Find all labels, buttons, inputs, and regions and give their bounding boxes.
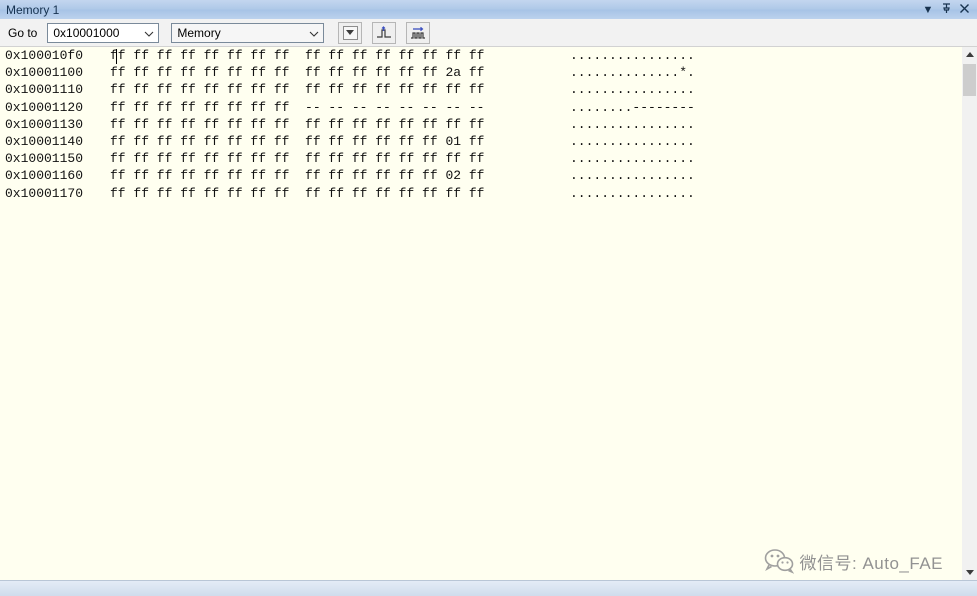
memory-bytes[interactable]: ff ff ff ff ff ff ff ff ff ff ff ff ff f… (110, 64, 570, 81)
memory-vertical-scrollbar[interactable] (962, 47, 977, 580)
memory-text-caret (116, 49, 117, 64)
memory-ascii: ................ (570, 185, 695, 202)
memory-row[interactable]: 0x10001120ff ff ff ff ff ff ff ff -- -- … (0, 99, 977, 116)
memory-address: 0x10001100 (0, 64, 110, 81)
memory-row[interactable]: 0x10001130ff ff ff ff ff ff ff ff ff ff … (0, 116, 977, 133)
memory-bytes[interactable]: ff ff ff ff ff ff ff ff ff ff ff ff ff f… (110, 150, 570, 167)
memory-bytes[interactable]: ff ff ff ff ff ff ff ff ff ff ff ff ff f… (110, 81, 570, 98)
memory-bytes[interactable]: ff ff ff ff ff ff ff ff -- -- -- -- -- -… (110, 99, 570, 116)
memory-ascii: ........-------- (570, 99, 695, 116)
memory-single-sample-button[interactable] (372, 22, 396, 44)
memory-toolbar: Go to 0x10001000 Memory (0, 19, 977, 47)
memory-row[interactable]: 0x10001110ff ff ff ff ff ff ff ff ff ff … (0, 81, 977, 98)
memory-continuous-sample-button[interactable] (406, 22, 430, 44)
pin-icon[interactable] (937, 3, 955, 17)
pulse-train-icon (410, 26, 426, 40)
memory-address: 0x10001170 (0, 185, 110, 202)
single-pulse-icon (376, 26, 392, 40)
memory-row[interactable]: 0x10001170ff ff ff ff ff ff ff ff ff ff … (0, 185, 977, 202)
memory-address: 0x10001120 (0, 99, 110, 116)
memory-address: 0x10001130 (0, 116, 110, 133)
goto-label: Go to (8, 26, 37, 40)
memory-ascii: ................ (570, 150, 695, 167)
close-icon[interactable] (955, 3, 973, 17)
chevron-down-icon[interactable] (308, 28, 320, 42)
memory-ascii: ..............*. (570, 64, 695, 81)
memory-panel-title: Memory 1 (6, 3, 919, 17)
memory-address: 0x10001150 (0, 150, 110, 167)
memory-bytes[interactable]: ff ff ff ff ff ff ff ff ff ff ff ff ff f… (110, 133, 570, 150)
memory-hex-view[interactable]: 0x100010f0ff ff ff ff ff ff ff ff ff ff … (0, 47, 977, 580)
memory-row[interactable]: 0x10001160ff ff ff ff ff ff ff ff ff ff … (0, 167, 977, 184)
memory-horizontal-scrollbar[interactable] (0, 580, 977, 596)
memory-bytes[interactable]: ff ff ff ff ff ff ff ff ff ff ff ff ff f… (110, 167, 570, 184)
memory-address: 0x100010f0 (0, 47, 110, 64)
memory-address: 0x10001140 (0, 133, 110, 150)
memory-row[interactable]: 0x10001140ff ff ff ff ff ff ff ff ff ff … (0, 133, 977, 150)
chevron-down-icon[interactable] (143, 28, 155, 42)
memory-view-combo[interactable]: Memory (171, 23, 324, 43)
memory-row[interactable]: 0x100010f0ff ff ff ff ff ff ff ff ff ff … (0, 47, 977, 64)
caret-down-icon (346, 30, 354, 35)
application-window: Release Files APP - Release✔APPBCMConfig… (0, 0, 977, 596)
memory-bytes[interactable]: ff ff ff ff ff ff ff ff ff ff ff ff ff f… (110, 116, 570, 133)
memory-ascii: ................ (570, 167, 695, 184)
memory-address-input[interactable]: 0x10001000 (47, 23, 159, 43)
memory-ascii: ................ (570, 47, 695, 64)
memory-address: 0x10001160 (0, 167, 110, 184)
scroll-down-button[interactable] (962, 565, 977, 580)
scroll-thumb[interactable] (963, 64, 976, 96)
memory-bytes[interactable]: ff ff ff ff ff ff ff ff ff ff ff ff ff f… (110, 185, 570, 202)
memory-ascii: ................ (570, 81, 695, 98)
memory-panel-titlebar: Memory 1 ▼ (0, 0, 977, 19)
memory-ascii: ................ (570, 116, 695, 133)
panel-menu-button[interactable]: ▼ (919, 4, 937, 16)
memory-bytes[interactable]: ff ff ff ff ff ff ff ff ff ff ff ff ff f… (110, 47, 570, 64)
memory-ascii: ................ (570, 133, 695, 150)
memory-address-value: 0x10001000 (53, 26, 119, 40)
memory-row[interactable]: 0x10001150ff ff ff ff ff ff ff ff ff ff … (0, 150, 977, 167)
scroll-up-button[interactable] (962, 47, 977, 62)
memory-address: 0x10001110 (0, 81, 110, 98)
memory-view-value: Memory (177, 26, 220, 40)
memory-row[interactable]: 0x10001100ff ff ff ff ff ff ff ff ff ff … (0, 64, 977, 81)
memory-dropdown-button[interactable] (338, 22, 362, 44)
